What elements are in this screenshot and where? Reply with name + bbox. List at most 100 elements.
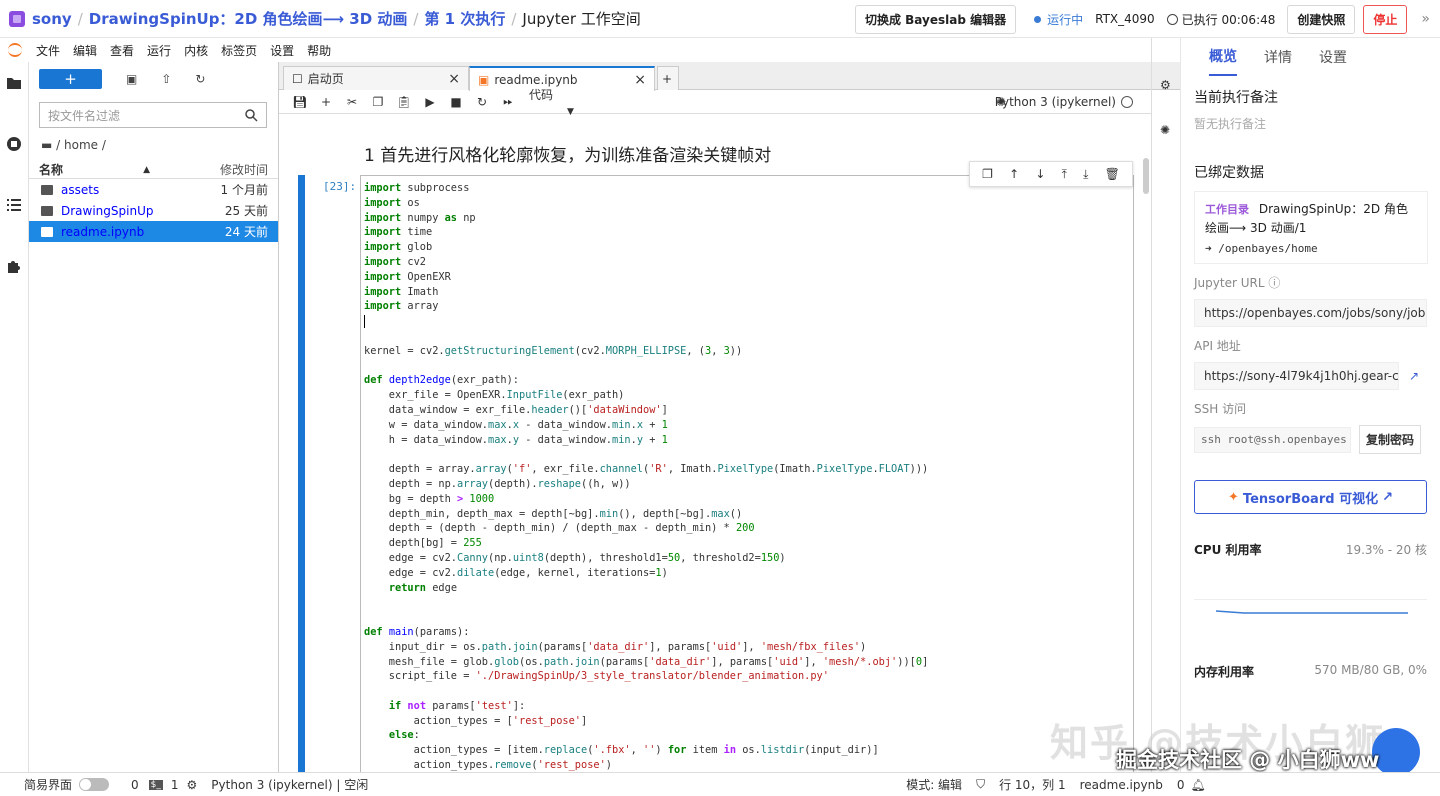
notebook-icon xyxy=(41,226,53,237)
kernel-gear-icon[interactable]: ⚙ xyxy=(187,778,198,792)
shield-icon[interactable]: ⛉ xyxy=(976,777,985,792)
scrollbar-thumb[interactable] xyxy=(1143,158,1149,194)
code-cell-editor[interactable]: import subprocess import os import numpy… xyxy=(360,175,1134,772)
menu-settings[interactable]: 设置 xyxy=(270,42,294,59)
tab-overview[interactable]: 概览 xyxy=(1209,38,1237,76)
note-title: 当前执行备注 xyxy=(1194,90,1278,106)
jupyter-logo-icon xyxy=(8,43,22,57)
path-label[interactable]: / home / xyxy=(56,138,106,152)
stop-button[interactable]: 停止 xyxy=(1363,4,1408,34)
menu-tabs[interactable]: 标签页 xyxy=(221,42,257,59)
gpu-label: RTX_4090 xyxy=(1095,12,1155,26)
column-name[interactable]: 名称 xyxy=(39,161,143,178)
status-dot-icon xyxy=(1034,15,1042,23)
notebook-panel: 1 首先进行风格化轮廓恢复，为训练准备渲染关键帧对 [23]: import s… xyxy=(279,114,1142,772)
refresh-icon[interactable]: ↻ xyxy=(195,72,205,86)
bell-icon[interactable]: 🔔︎ xyxy=(1190,778,1205,792)
delete-cell-icon[interactable]: 🗑︎ xyxy=(1105,167,1120,181)
info-icon[interactable]: ⓘ xyxy=(1268,276,1280,290)
file-modified: 1 个月前 xyxy=(220,183,268,197)
menu-edit[interactable]: 编辑 xyxy=(73,42,97,59)
kernel-name[interactable]: Python 3 (ipykernel) xyxy=(995,95,1116,109)
simple-mode-toggle[interactable] xyxy=(79,778,110,791)
menu-view[interactable]: 查看 xyxy=(110,42,134,59)
restart-icon[interactable]: ↻ xyxy=(469,95,495,109)
api-url-field[interactable]: https://sony-4l79k4j1h0hj.gear-c1.o xyxy=(1194,362,1399,390)
new-folder-icon[interactable]: ▣ xyxy=(126,72,137,86)
create-snapshot-button[interactable]: 创建快照 xyxy=(1287,4,1356,34)
left-activity-bar xyxy=(0,62,29,772)
tab-launcher[interactable]: ☐ 启动页 × xyxy=(283,66,469,90)
breadcrumb: sony / DrawingSpinUp：2D 角色绘画⟶ 3D 动画 / 第 … xyxy=(32,8,641,29)
file-row-selected[interactable]: readme.ipynb 24 天前 xyxy=(29,221,278,242)
tab-settings[interactable]: 设置 xyxy=(1319,47,1347,67)
insert-above-icon[interactable]: ⤒ xyxy=(1062,167,1067,182)
new-launcher-button[interactable]: + xyxy=(39,69,102,89)
insert-below-icon[interactable]: ⤓ xyxy=(1083,167,1088,182)
cpu-usage-sparkline xyxy=(1215,610,1408,614)
jupyter-url-label-text: Jupyter URL xyxy=(1194,276,1265,290)
notebook-scrollbar[interactable] xyxy=(1141,114,1151,772)
close-icon[interactable]: × xyxy=(448,71,460,87)
menu-run[interactable]: 运行 xyxy=(147,42,171,59)
add-cell-icon[interactable]: + xyxy=(313,95,339,109)
folder-icon[interactable] xyxy=(6,75,22,91)
status-bar: 简易界面 0 $_ 1 ⚙ Python 3 (ipykernel) | 空闲 … xyxy=(0,772,1440,796)
code-content[interactable]: import subprocess import os import numpy… xyxy=(364,181,928,772)
interrupt-icon[interactable]: ■ xyxy=(443,95,469,109)
cut-icon[interactable]: ✂ xyxy=(339,95,365,109)
tensorboard-button[interactable]: ✦ TensorBoard 可视化 ↗ xyxy=(1194,480,1427,514)
running-icon[interactable] xyxy=(6,136,22,152)
external-link-icon[interactable]: ↗ xyxy=(1409,369,1419,383)
extension-icon[interactable] xyxy=(6,258,22,274)
ssh-command-field[interactable]: ssh root@ssh.openbayes xyxy=(1194,426,1351,453)
copy-icon[interactable]: ❐ xyxy=(365,95,391,109)
property-inspector-icon[interactable]: ⚙ xyxy=(1160,78,1174,92)
cursor-position[interactable]: 行 10，列 1 xyxy=(999,776,1066,793)
switch-editor-button[interactable]: 切换成 Bayeslab 编辑器 xyxy=(854,4,1017,34)
breadcrumb-separator: / xyxy=(511,9,517,28)
folder-icon xyxy=(41,205,53,216)
breadcrumb-user[interactable]: sony xyxy=(32,10,72,28)
menu-file[interactable]: 文件 xyxy=(36,42,60,59)
move-up-icon[interactable]: ↑ xyxy=(1009,167,1019,181)
save-icon[interactable]: 💾︎ xyxy=(287,95,313,109)
cell-type-select[interactable]: 代码 ▼ xyxy=(529,86,599,117)
bound-dataset-card[interactable]: 工作目录 DrawingSpinUp：2D 角色绘画⟶ 3D 动画/1 ➜ /o… xyxy=(1194,191,1428,264)
paste-icon[interactable]: 📋︎ xyxy=(391,95,417,109)
run-all-icon[interactable]: ⏩︎ xyxy=(495,94,521,109)
breadcrumb-run[interactable]: 第 1 次执行 xyxy=(424,8,505,29)
breadcrumb-separator: / xyxy=(413,9,419,28)
folder-icon[interactable]: ▬ xyxy=(41,138,52,152)
jupyter-url-field[interactable]: https://openbayes.com/jobs/sony/jobs xyxy=(1194,299,1427,327)
breadcrumb-separator: / xyxy=(77,9,83,28)
document-tabs: ☐ 启动页 × ▣ readme.ipynb × + xyxy=(279,62,1180,91)
new-tab-button[interactable]: + xyxy=(657,66,679,90)
duplicate-cell-icon[interactable]: ❐ xyxy=(982,167,993,181)
move-down-icon[interactable]: ↓ xyxy=(1035,167,1045,181)
cpu-label: CPU 利用率 xyxy=(1194,543,1262,557)
kernel-status[interactable]: Python 3 (ipykernel) | 空闲 xyxy=(211,776,368,793)
toc-icon[interactable] xyxy=(6,197,22,213)
markdown-heading: 1 首先进行风格化轮廓恢复，为训练准备渲染关键帧对 xyxy=(364,146,772,166)
active-cell-indicator xyxy=(298,175,305,772)
notebook-icon: ▣ xyxy=(478,72,490,87)
close-icon[interactable]: × xyxy=(634,72,646,88)
file-row[interactable]: assets 1 个月前 xyxy=(29,179,278,200)
file-filter-input[interactable]: 按文件名过滤 xyxy=(39,102,267,128)
collapse-panel-icon[interactable]: » xyxy=(1421,11,1430,27)
copy-password-button[interactable]: 复制密码 xyxy=(1359,425,1422,454)
tab-details[interactable]: 详情 xyxy=(1264,47,1292,67)
upload-icon[interactable]: ⇧ xyxy=(161,72,171,86)
breadcrumb-project[interactable]: DrawingSpinUp：2D 角色绘画⟶ 3D 动画 xyxy=(89,8,408,29)
clock-icon xyxy=(1166,13,1178,25)
menu-help[interactable]: 帮助 xyxy=(307,42,331,59)
file-modified: 24 天前 xyxy=(224,225,268,239)
right-activity-bar: ⚙ ✺ xyxy=(1151,38,1180,772)
run-icon[interactable]: ▶ xyxy=(417,95,443,109)
file-row[interactable]: DrawingSpinUp 25 天前 xyxy=(29,200,278,221)
menu-kernel[interactable]: 内核 xyxy=(184,42,208,59)
column-modified[interactable]: 修改时间 xyxy=(220,161,268,178)
terminal-icon[interactable]: $_ xyxy=(148,779,163,790)
debugger-icon[interactable]: ✺ xyxy=(1160,123,1174,137)
